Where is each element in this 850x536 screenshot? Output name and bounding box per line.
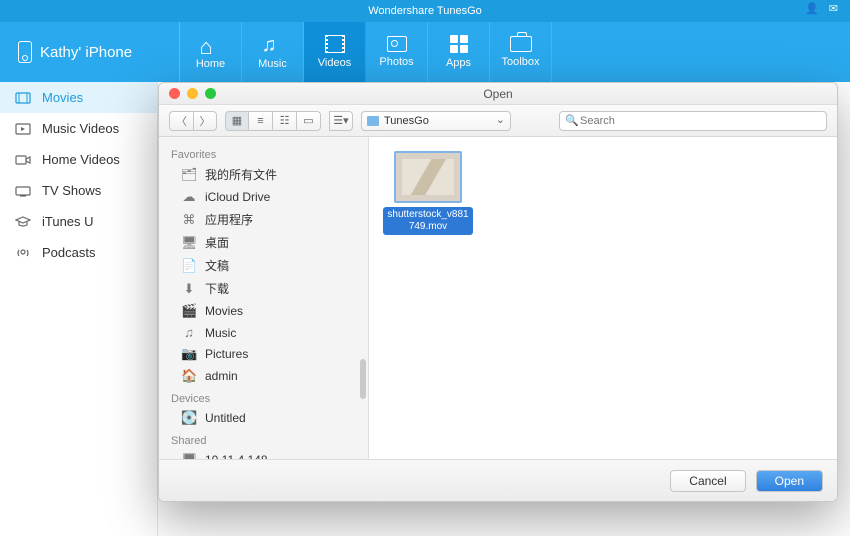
file-item[interactable]: shutterstock_v881749.mov — [383, 151, 473, 235]
device-name: Kathy' iPhone — [40, 44, 132, 61]
file-name: shutterstock_v881749.mov — [383, 207, 473, 235]
scrollbar[interactable] — [360, 359, 366, 399]
apps-icon — [450, 35, 468, 53]
documents-icon: 📄 — [181, 258, 197, 274]
fav-downloads[interactable]: ⬇下载 — [159, 277, 368, 300]
nav-photos[interactable]: Photos — [366, 22, 428, 82]
fav-documents[interactable]: 📄文稿 — [159, 254, 368, 277]
server-icon: 🖥 — [181, 452, 197, 459]
fav-all-my-files[interactable]: 🗂我的所有文件 — [159, 163, 368, 186]
main-navbar: Kathy' iPhone Home Music Videos Photos A… — [0, 22, 850, 82]
nav-home[interactable]: Home — [180, 22, 242, 82]
dialog-sidebar: Favorites 🗂我的所有文件 ☁iCloud Drive ⌘应用程序 🖥桌… — [159, 137, 369, 459]
movies-icon: 🎬 — [181, 303, 197, 319]
view-list-button[interactable]: ≡ — [249, 111, 273, 131]
search-icon: 🔍 — [565, 114, 579, 127]
back-button[interactable]: 〈 — [169, 111, 193, 131]
device-selector[interactable]: Kathy' iPhone — [0, 22, 180, 82]
music-video-icon — [14, 122, 32, 136]
fav-pictures[interactable]: 📷Pictures — [159, 343, 368, 365]
pictures-icon: 📷 — [181, 346, 197, 362]
sidebar-item-home-videos[interactable]: Home Videos — [0, 144, 157, 175]
device-untitled[interactable]: 💽Untitled — [159, 407, 368, 429]
downloads-icon: ⬇ — [181, 281, 197, 297]
grad-cap-icon — [14, 215, 32, 229]
dialog-footer: Cancel Open — [159, 459, 837, 501]
folder-dropdown[interactable]: TunesGo — [361, 111, 511, 131]
dialog-title: Open — [159, 87, 837, 101]
devices-header: Devices — [159, 387, 368, 407]
file-browser[interactable]: shutterstock_v881749.mov — [369, 137, 837, 459]
open-button[interactable]: Open — [756, 470, 823, 492]
shared-header: Shared — [159, 429, 368, 449]
view-icons-button[interactable]: ▦ — [225, 111, 249, 131]
shared-ip[interactable]: 🖥10.11.4.148 — [159, 449, 368, 459]
disk-icon: 💽 — [181, 410, 197, 426]
music-folder-icon: ♫ — [181, 325, 197, 340]
photos-icon — [387, 36, 407, 52]
favorites-header: Favorites — [159, 143, 368, 163]
sidebar-item-tv-shows[interactable]: TV Shows — [0, 175, 157, 206]
dialog-search-input[interactable] — [559, 111, 827, 131]
home-folder-icon: 🏠 — [181, 368, 197, 384]
dialog-toolbar: 〈 〉 ▦ ≡ ☷ ▭ ☰▾ TunesGo 🔍 — [159, 105, 837, 137]
nav-toolbox[interactable]: Toolbox — [490, 22, 552, 82]
cloud-icon: ☁ — [181, 189, 197, 205]
category-sidebar: Movies Music Videos Home Videos TV Shows… — [0, 82, 158, 536]
all-files-icon: 🗂 — [181, 167, 197, 183]
toolbox-icon — [510, 36, 532, 52]
applications-icon: ⌘ — [181, 212, 197, 228]
camcorder-icon — [14, 153, 32, 167]
podcast-icon — [14, 246, 32, 260]
fav-icloud-drive[interactable]: ☁iCloud Drive — [159, 186, 368, 208]
view-columns-button[interactable]: ☷ — [273, 111, 297, 131]
sidebar-item-podcasts[interactable]: Podcasts — [0, 237, 157, 268]
tv-icon — [14, 184, 32, 198]
group-by-button[interactable]: ☰▾ — [329, 111, 353, 131]
fav-admin[interactable]: 🏠admin — [159, 365, 368, 387]
dialog-titlebar: Open — [159, 83, 837, 105]
user-icon[interactable]: 👤 — [805, 2, 819, 15]
music-icon — [262, 34, 284, 54]
home-icon — [200, 34, 222, 54]
video-thumbnail — [394, 151, 462, 203]
videos-icon — [325, 35, 345, 53]
fav-movies[interactable]: 🎬Movies — [159, 300, 368, 322]
forward-button[interactable]: 〉 — [193, 111, 217, 131]
fav-desktop[interactable]: 🖥桌面 — [159, 231, 368, 254]
open-file-dialog: Open 〈 〉 ▦ ≡ ☷ ▭ ☰▾ TunesGo 🔍 Favorites … — [158, 82, 838, 502]
desktop-icon: 🖥 — [181, 235, 197, 251]
fav-applications[interactable]: ⌘应用程序 — [159, 208, 368, 231]
sidebar-item-music-videos[interactable]: Music Videos — [0, 113, 157, 144]
nav-videos[interactable]: Videos — [304, 22, 366, 82]
cancel-button[interactable]: Cancel — [670, 470, 745, 492]
film-icon — [14, 91, 32, 105]
nav-apps[interactable]: Apps — [428, 22, 490, 82]
feedback-icon[interactable]: ✉ — [829, 2, 838, 15]
phone-icon — [18, 41, 32, 63]
nav-music[interactable]: Music — [242, 22, 304, 82]
view-coverflow-button[interactable]: ▭ — [297, 111, 321, 131]
fav-music[interactable]: ♫Music — [159, 322, 368, 343]
sidebar-item-movies[interactable]: Movies — [0, 82, 157, 113]
sidebar-item-itunes-u[interactable]: iTunes U — [0, 206, 157, 237]
app-title: Wondershare TunesGo — [368, 5, 482, 17]
app-titlebar: Wondershare TunesGo 👤 ✉ — [0, 0, 850, 22]
